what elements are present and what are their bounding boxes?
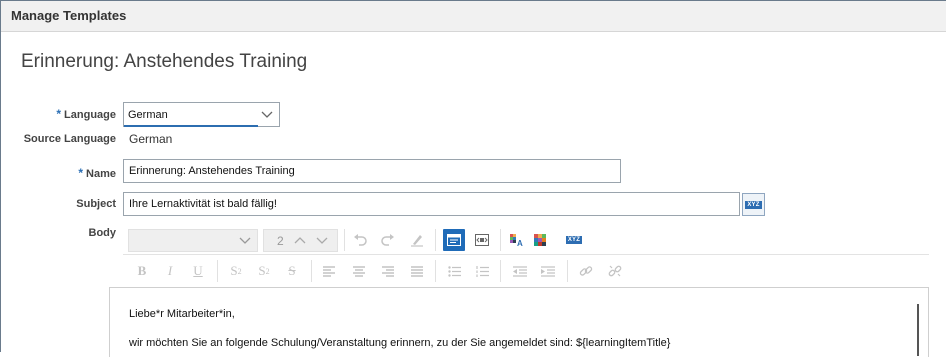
toolbar-separator (500, 260, 501, 282)
justify-icon[interactable] (406, 260, 428, 282)
insert-variable-icon: XYZ (745, 200, 762, 209)
undo-icon[interactable] (349, 229, 371, 251)
font-size-select[interactable]: 2 (263, 229, 338, 252)
indent-icon[interactable] (537, 260, 559, 282)
italic-icon[interactable]: I (159, 260, 181, 282)
editor-toolbar-row-2: B I U S2 S2 S (123, 256, 929, 286)
strikethrough-icon[interactable]: S (281, 260, 303, 282)
toolbar-separator (500, 229, 501, 251)
insert-variable-button[interactable]: XYZ (742, 193, 765, 216)
subscript-icon[interactable]: S2 (225, 260, 247, 282)
superscript-icon[interactable]: S2 (253, 260, 275, 282)
toolbar-separator (217, 260, 218, 282)
source-language-value: German (129, 132, 173, 146)
link-icon[interactable] (575, 260, 597, 282)
svg-text:A: A (517, 239, 523, 247)
bg-color-icon[interactable] (529, 229, 551, 251)
source-view-icon[interactable] (443, 229, 465, 251)
window-header: Manage Templates (1, 1, 946, 32)
redo-icon[interactable] (377, 229, 399, 251)
name-label-text: Name (86, 168, 116, 180)
language-select-value: German (128, 109, 168, 121)
editor-scrollbar[interactable] (917, 304, 919, 356)
chevron-down-icon[interactable] (261, 110, 273, 120)
source-language-label: Source Language (23, 133, 116, 145)
bulleted-list-icon[interactable] (443, 260, 465, 282)
font-size-value: 2 (277, 234, 284, 248)
language-label-text: Language (64, 109, 116, 121)
toolbar-separator (344, 229, 345, 251)
name-input-value: Erinnerung: Anstehendes Training (129, 165, 295, 177)
chevron-up-icon (294, 237, 306, 244)
align-right-icon[interactable] (377, 260, 399, 282)
chevron-down-icon (239, 237, 251, 244)
outdent-icon[interactable] (509, 260, 531, 282)
toolbar-separator (435, 260, 436, 282)
subject-input-value: Ihre Lernaktivität ist bald fällig! (129, 198, 277, 210)
required-marker: * (56, 107, 62, 121)
editor-line[interactable]: Liebe*r Mitarbeiter*in, (129, 308, 235, 320)
page-title: Erinnerung: Anstehendes Training (21, 51, 308, 72)
focus-underline (124, 125, 258, 127)
text-color-icon[interactable]: A (505, 229, 527, 251)
toolbar-separator (435, 229, 436, 251)
editor-line[interactable]: wir möchten Sie an folgende Schulung/Ver… (129, 337, 670, 349)
subject-label: Subject (76, 198, 116, 210)
editor-toolbar-row-1: 2 A XYZ (123, 225, 929, 255)
toolbar-separator (311, 260, 312, 282)
body-label: Body (88, 227, 117, 239)
name-input[interactable]: Erinnerung: Anstehendes Training (123, 159, 621, 183)
toolbar-separator (567, 260, 568, 282)
language-label: * Language (16, 107, 116, 121)
name-label: * Name (16, 166, 116, 180)
bold-icon[interactable]: B (131, 260, 153, 282)
required-marker: * (78, 166, 84, 180)
chevron-down-icon (316, 237, 328, 244)
align-left-icon[interactable] (318, 260, 340, 282)
align-center-icon[interactable] (348, 260, 370, 282)
font-family-select[interactable] (128, 229, 258, 252)
numbered-list-icon[interactable] (471, 260, 493, 282)
insert-variable-icon: XYZ (565, 236, 583, 244)
unlink-icon[interactable] (604, 260, 626, 282)
underline-icon[interactable]: U (187, 260, 209, 282)
clear-format-icon[interactable] (406, 229, 428, 251)
preview-icon[interactable] (471, 229, 493, 251)
window-title: Manage Templates (11, 8, 127, 23)
language-select[interactable]: German (123, 102, 280, 127)
insert-variable-toolbar-button[interactable]: XYZ (563, 229, 585, 251)
subject-input[interactable]: Ihre Lernaktivität ist bald fällig! (123, 192, 740, 216)
manage-templates-window: Manage Templates Erinnerung: Anstehendes… (0, 0, 946, 357)
